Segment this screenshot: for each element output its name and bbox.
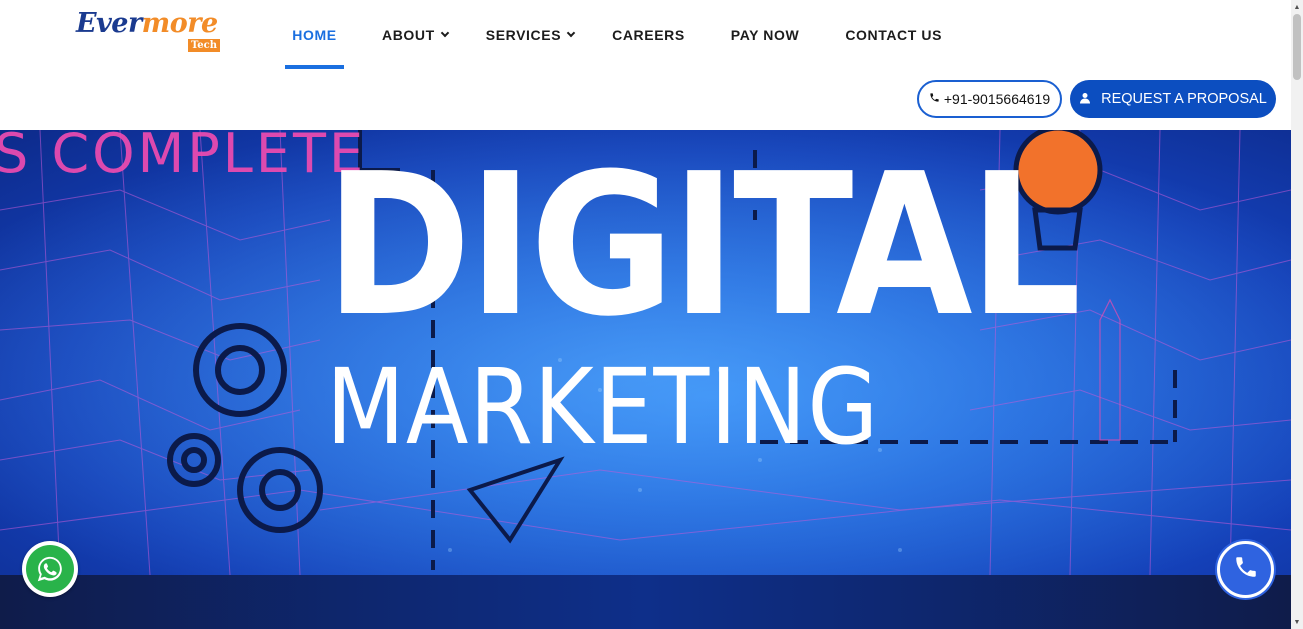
chevron-down-icon [440,28,450,38]
nav-item-label: CONTACT US [845,27,943,43]
hero-banner: S COMPLETE DIGITAL MARKETING [0,130,1291,575]
phone-number: +91-9015664619 [943,91,1051,107]
banner-subheading: MARKETING [326,346,880,468]
logo-wordmark: Evermore [76,8,218,39]
nav-item-careers[interactable]: CAREERS [612,0,685,70]
request-proposal-button[interactable]: REQUEST A PROPOSAL [1070,80,1276,118]
logo-tag: Tech [188,39,221,52]
page: Evermore Tech HOME ABOUT SERVICES CAREER… [0,0,1303,629]
call-button[interactable] [1217,541,1274,598]
whatsapp-button[interactable] [22,541,78,597]
nav-item-label: ABOUT [382,27,435,43]
nav-item-label: SERVICES [485,27,562,43]
chevron-down-icon [566,28,576,38]
nav-item-label: PAY NOW [730,27,800,43]
section-strip [0,575,1291,629]
logo[interactable]: Evermore Tech [76,8,226,58]
user-icon [1079,92,1091,107]
nav-item-pay-now[interactable]: PAY NOW [731,0,800,70]
phone-button[interactable]: +91-9015664619 [917,80,1062,118]
nav-item-contact-us[interactable]: CONTACT US [845,0,942,70]
main-nav: HOME ABOUT SERVICES CAREERS PAY NOW CONT… [285,0,942,70]
request-proposal-label: REQUEST A PROPOSAL [1101,91,1267,107]
nav-item-label: HOME [292,27,337,43]
whatsapp-icon [26,545,74,593]
phone-icon [929,92,940,106]
scroll-down-arrow-icon[interactable]: ▼ [1291,615,1303,629]
nav-item-about[interactable]: ABOUT [382,0,450,70]
scrollbar-thumb[interactable] [1293,14,1301,80]
banner-background-text: S COMPLETE [0,130,367,185]
nav-item-label: CAREERS [612,27,685,43]
nav-item-home[interactable]: HOME [285,0,344,70]
site-header: Evermore Tech HOME ABOUT SERVICES CAREER… [0,0,1291,130]
scroll-up-arrow-icon[interactable]: ▲ [1291,0,1303,14]
vertical-scrollbar[interactable]: ▲ ▼ [1291,0,1303,629]
phone-icon [1233,554,1259,585]
nav-item-services[interactable]: SERVICES [485,0,576,70]
banner-heading: DIGITAL [325,132,1081,360]
